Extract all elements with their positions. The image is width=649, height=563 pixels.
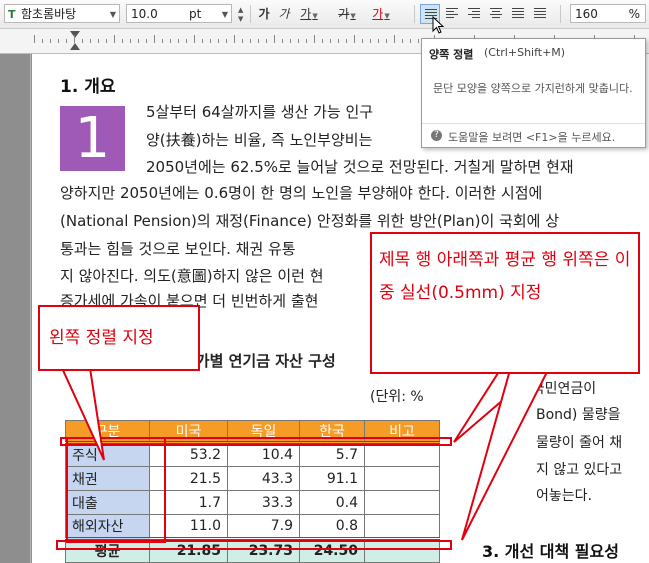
mouse-pointer-icon [432, 16, 444, 34]
left-callout-pointer [60, 367, 105, 461]
double-line-pointer-bottom [461, 369, 550, 541]
justify-tooltip: 양쪽 정렬 (Ctrl+Shift+M) 문단 모양을 양쪽으로 가지런하게 맞… [421, 38, 646, 148]
tooltip-help: ? 도움말을 보려면 <F1>을 누르세요. [422, 123, 645, 148]
left-align-callout: 왼쪽 정렬 지정 [38, 305, 200, 371]
callout-text: 왼쪽 정렬 지정 [49, 328, 154, 348]
help-icon: ? [431, 130, 442, 141]
callout-text: 제목 행 아래쪽과 평균 행 위쪽은 이중 실선(0.5mm) 지정 [379, 250, 631, 303]
tooltip-description: 문단 모양을 양쪽으로 가지런하게 맞춥니다. [433, 82, 633, 95]
double-line-callout: 제목 행 아래쪽과 평균 행 위쪽은 이중 실선(0.5mm) 지정 [370, 232, 640, 374]
tooltip-help-text: 도움말을 보려면 <F1>을 누르세요. [448, 131, 616, 144]
tooltip-shortcut: (Ctrl+Shift+M) [484, 46, 566, 59]
tooltip-title: 양쪽 정렬 [429, 48, 474, 61]
